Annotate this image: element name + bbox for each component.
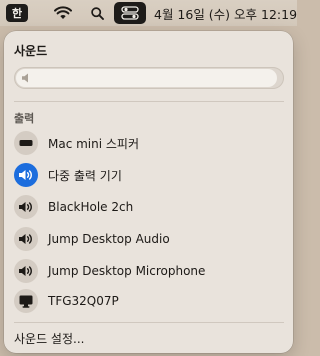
menubar-clock[interactable]: 4월 16일 (수) 오후 12:19	[154, 0, 297, 26]
menu-bar: 한 4월 16일 (수) 오후 12:19	[0, 0, 297, 26]
device-label: 다중 출력 기기	[48, 168, 122, 183]
device-row-tfg32q07p[interactable]: TFG32Q07P	[10, 286, 288, 316]
volume-slider[interactable]	[14, 67, 284, 89]
output-section-label: 출력	[14, 112, 35, 125]
input-source-indicator[interactable]: 한	[6, 4, 28, 22]
device-label: BlackHole 2ch	[48, 200, 134, 214]
display-icon	[14, 289, 38, 313]
device-label: Mac mini 스피커	[48, 136, 140, 151]
device-label: Jump Desktop Microphone	[48, 264, 206, 278]
sound-panel: 사운드 출력 Mac mini 스피커 다중 출력 기기 BlackHole 2…	[4, 31, 293, 353]
speaker-icon	[22, 73, 28, 83]
speaker-icon	[14, 227, 38, 251]
device-label: TFG32Q07P	[48, 294, 119, 308]
control-center-icon[interactable]	[114, 2, 146, 24]
device-label: Jump Desktop Audio	[48, 232, 170, 246]
spotlight-search-icon[interactable]	[88, 0, 106, 26]
volume-slider-fill	[16, 69, 277, 87]
device-row-blackhole[interactable]: BlackHole 2ch	[10, 192, 288, 222]
sound-settings-link[interactable]: 사운드 설정...	[14, 330, 84, 347]
divider	[14, 101, 284, 102]
speaker-icon	[14, 195, 38, 219]
device-row-jump-desktop-audio[interactable]: Jump Desktop Audio	[10, 224, 288, 254]
divider	[14, 322, 284, 323]
wifi-icon[interactable]	[52, 0, 74, 26]
device-row-jump-desktop-microphone[interactable]: Jump Desktop Microphone	[10, 256, 288, 286]
device-row-multi-output[interactable]: 다중 출력 기기	[10, 160, 288, 190]
device-row-mac-mini[interactable]: Mac mini 스피커	[10, 128, 288, 158]
panel-title: 사운드	[14, 44, 48, 58]
mac-mini-icon	[14, 131, 38, 155]
speaker-icon	[14, 259, 38, 283]
speaker-icon	[14, 163, 38, 187]
